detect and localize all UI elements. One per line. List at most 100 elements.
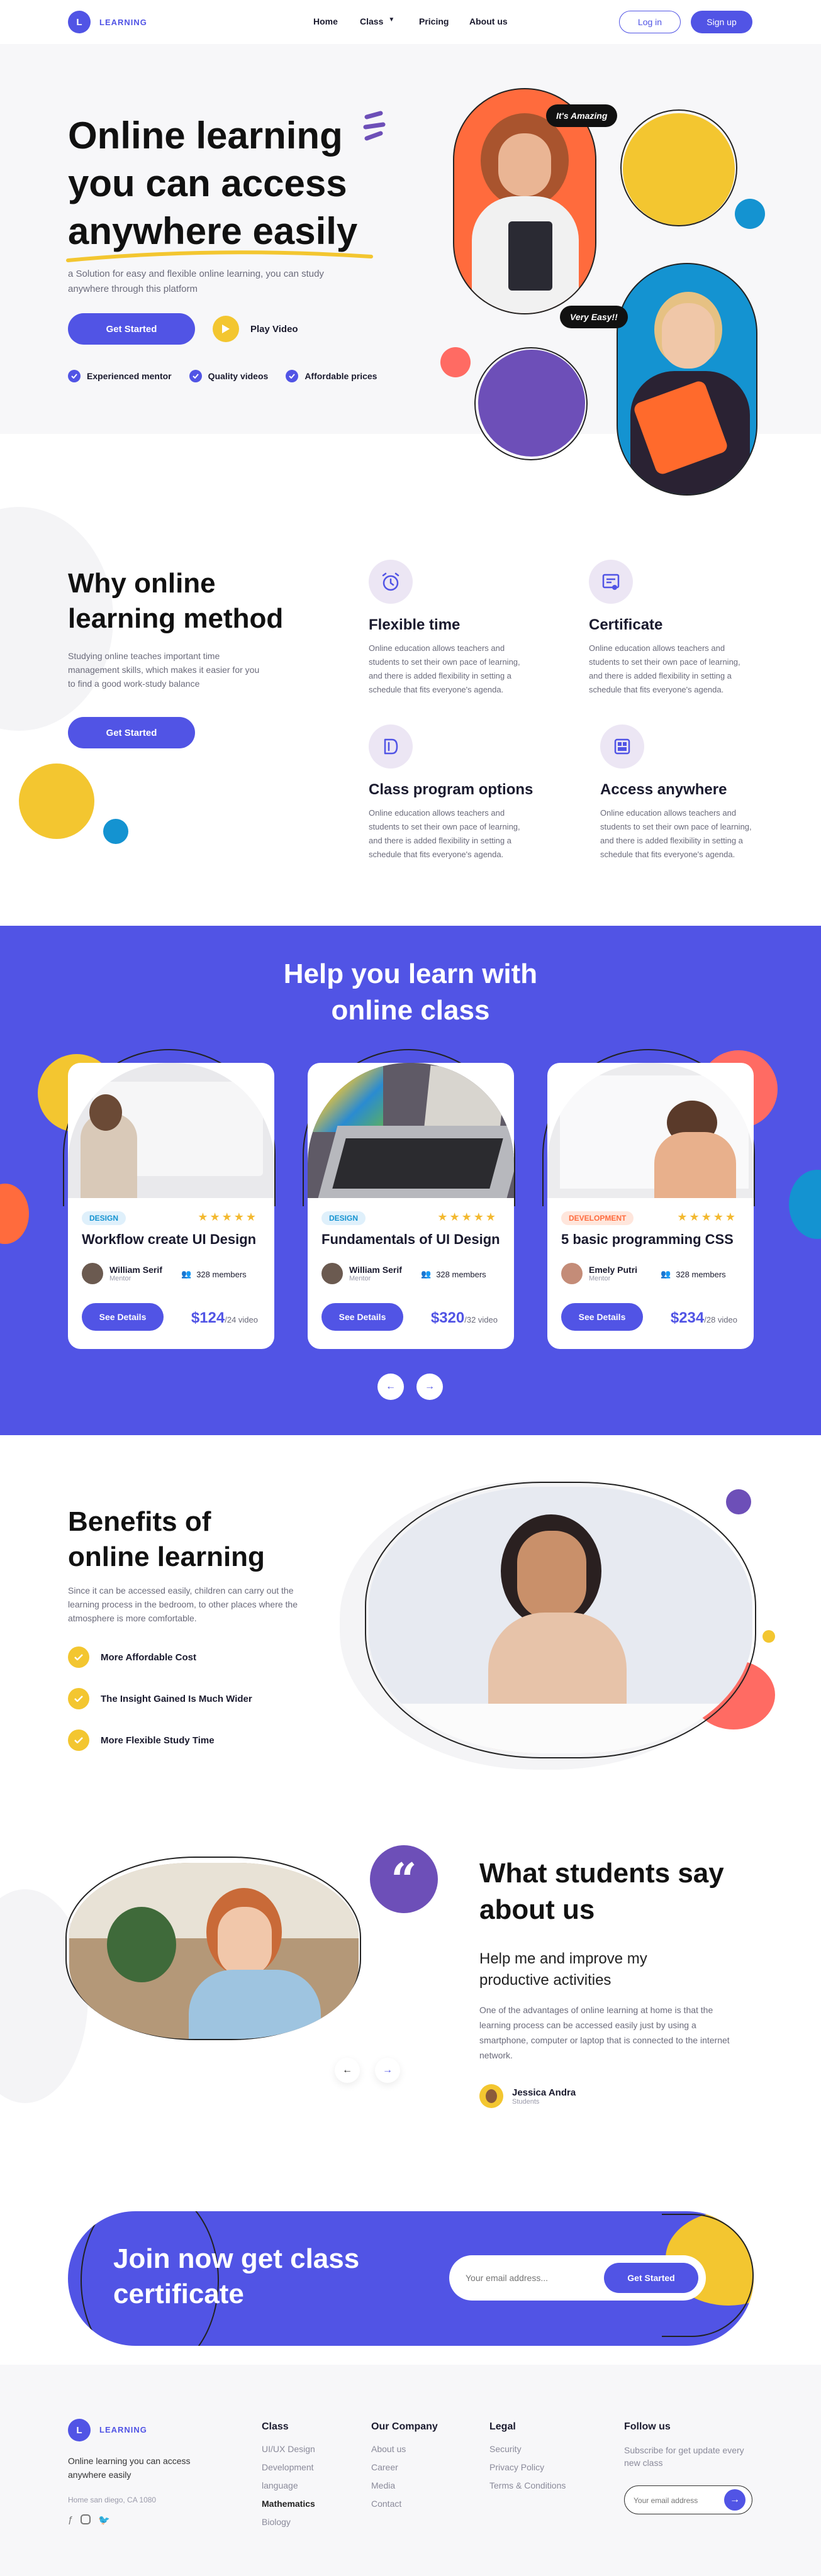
twitter-icon[interactable]: 🐦	[98, 2514, 110, 2526]
student-photo	[369, 1487, 752, 1753]
arrow-right-icon[interactable]: →	[416, 1374, 443, 1400]
mentor: Emely Putri Mentor	[561, 1263, 637, 1284]
play-icon	[213, 316, 239, 342]
users-icon: 👥	[181, 1269, 192, 1279]
class-card[interactable]: DEVELOPMENT ★★★★★ 5 basic programming CS…	[547, 1063, 754, 1349]
hero-title-line1: Online learning	[68, 114, 343, 157]
footer-tagline: Online learning you can access anywhere …	[68, 2456, 191, 2480]
quote-text: One of the advantages of online learning…	[479, 2005, 730, 2060]
class-card[interactable]: DESIGN ★★★★★ Fundamentals of UI Design W…	[308, 1063, 514, 1349]
footer-link[interactable]: UI/UX Design	[262, 2444, 315, 2454]
footer-brand[interactable]: LEARNING	[99, 2425, 147, 2434]
feature-access-anywhere: Access anywhere Online education allows …	[600, 724, 764, 862]
nav-link-class[interactable]: Class ▼	[360, 16, 394, 26]
feature-title: Class program options	[369, 781, 533, 798]
student-role: Students	[512, 2097, 540, 2106]
feature-title: Access anywhere	[600, 781, 727, 798]
benefits-title-line1: Benefits of	[68, 1506, 211, 1537]
price-value: $234	[670, 1309, 705, 1326]
footer-link[interactable]: Mathematics	[262, 2499, 315, 2509]
footer-link[interactable]: Contact	[371, 2499, 438, 2509]
footer-column-title: Legal	[489, 2421, 516, 2432]
facebook-icon[interactable]: ƒ	[68, 2514, 73, 2526]
hero-feature: Affordable prices	[286, 370, 377, 382]
members-count: 👥 328 members	[181, 1269, 247, 1279]
footer-link[interactable]: Media	[371, 2480, 438, 2490]
class-card[interactable]: DESIGN ★★★★★ Workflow create UI Design W…	[68, 1063, 274, 1349]
play-video-button[interactable]: Play Video	[213, 316, 298, 342]
testimonial-title-line1: What students say	[479, 1858, 724, 1889]
classes-title: Help you learn with online class	[0, 956, 821, 1029]
yellow-dot	[762, 1630, 775, 1643]
footer-column-title: Class	[262, 2421, 289, 2432]
check-icon	[68, 370, 81, 382]
arrow-left-icon[interactable]: ←	[335, 2058, 360, 2083]
feature-certificate: Certificate Online education allows teac…	[589, 560, 752, 697]
see-details-button[interactable]: See Details	[82, 1303, 164, 1331]
footer-link[interactable]: language	[262, 2480, 315, 2490]
login-button[interactable]: Log in	[619, 11, 681, 33]
logo-icon[interactable]: L	[68, 2419, 91, 2441]
footer-link[interactable]: Biology	[262, 2517, 315, 2527]
feature-desc: Online education allows teachers and stu…	[600, 808, 752, 859]
card-title: Fundamentals of UI Design	[321, 1231, 500, 1247]
hero-title: Online learning you can access anywhere …	[68, 112, 357, 255]
pink-dot	[440, 347, 471, 377]
mentor: William Serif Mentor	[82, 1263, 162, 1284]
cta-email-input[interactable]	[466, 2268, 591, 2288]
footer-link[interactable]: Privacy Policy	[489, 2462, 566, 2472]
nav-link-about[interactable]: About us	[469, 16, 508, 26]
avatar	[561, 1263, 583, 1284]
why-get-started-button[interactable]: Get Started	[68, 717, 195, 748]
arrow-right-icon[interactable]: →	[375, 2058, 400, 2083]
users-icon: 👥	[661, 1269, 671, 1279]
see-details-button[interactable]: See Details	[561, 1303, 643, 1331]
hero-get-started-button[interactable]: Get Started	[68, 313, 195, 345]
follow-desc: Subscribe for get update every new class	[624, 2445, 744, 2468]
benefit-label: More Flexible Study Time	[101, 1735, 215, 1746]
nav-class-label: Class	[360, 16, 384, 26]
arrow-left-icon[interactable]: ←	[377, 1374, 404, 1400]
footer-link[interactable]: Development	[262, 2462, 315, 2472]
logo-icon[interactable]: L	[68, 11, 91, 33]
feature-title: Certificate	[589, 616, 663, 633]
quote-title: Help me and improve my productive activi…	[479, 1950, 647, 1989]
hero-title-line2: you can access	[68, 162, 347, 204]
footer-link[interactable]: Security	[489, 2444, 566, 2454]
mentor-role: Mentor	[349, 1275, 371, 1282]
nav-link-pricing[interactable]: Pricing	[419, 16, 449, 26]
footer-email-form: →	[624, 2485, 752, 2514]
hero-feature-label: Experienced mentor	[87, 371, 172, 381]
footer-link[interactable]: About us	[371, 2444, 438, 2454]
arrow-right-icon[interactable]: →	[724, 2489, 746, 2511]
underline-icon	[66, 250, 373, 262]
list-item: The Insight Gained Is Much Wider	[68, 1688, 252, 1709]
brand-name[interactable]: LEARNING	[99, 18, 147, 27]
members-count: 👥 328 members	[421, 1269, 486, 1279]
footer-email-input[interactable]	[634, 2494, 722, 2507]
cta-get-started-button[interactable]: Get Started	[604, 2263, 698, 2293]
price: $320/32 video	[431, 1309, 498, 1327]
footer-column-title: Follow us	[624, 2421, 671, 2432]
signup-button[interactable]: Sign up	[691, 11, 752, 33]
avatar	[82, 1263, 103, 1284]
feature-desc: Online education allows teachers and stu…	[589, 643, 740, 694]
avatar	[321, 1263, 343, 1284]
purple-dot	[726, 1489, 751, 1514]
category-tag: DESIGN	[82, 1211, 126, 1225]
nav-link-home[interactable]: Home	[313, 16, 338, 26]
see-details-button[interactable]: See Details	[321, 1303, 403, 1331]
footer-link[interactable]: Career	[371, 2462, 438, 2472]
list-item: More Affordable Cost	[68, 1646, 252, 1668]
class-thumbnail	[68, 1063, 274, 1198]
footer-link[interactable]: Terms & Conditions	[489, 2480, 566, 2490]
cta-title-line2: certificate	[113, 2279, 244, 2309]
blue-dot	[735, 199, 765, 229]
hero-subtitle: a Solution for easy and flexible online …	[68, 269, 324, 294]
category-tag: DEVELOPMENT	[561, 1211, 634, 1225]
why-title-line2: learning method	[68, 603, 284, 634]
check-icon	[189, 370, 202, 382]
amazing-bubble: It's Amazing	[546, 104, 618, 127]
instagram-icon[interactable]	[81, 2514, 91, 2524]
mentor-name: William Serif	[349, 1265, 402, 1275]
